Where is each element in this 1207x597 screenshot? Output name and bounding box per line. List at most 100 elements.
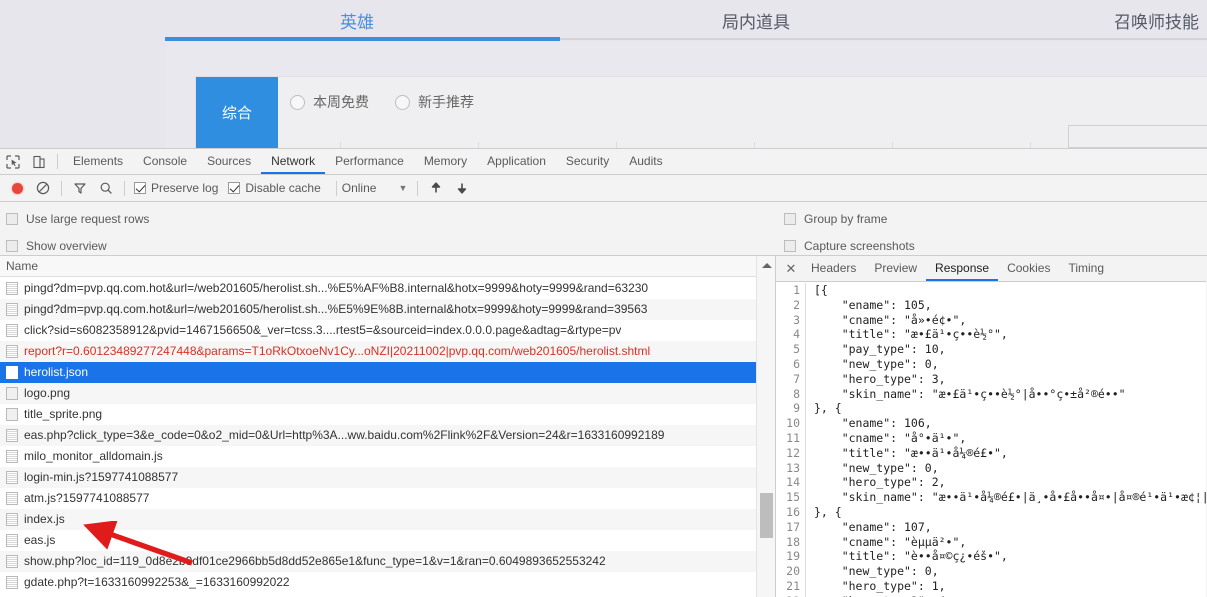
code-text: "pay_type": 10, bbox=[814, 342, 946, 357]
preserve-log-checkbox[interactable]: Preserve log bbox=[134, 181, 218, 195]
nav-underline-track bbox=[560, 38, 1207, 40]
request-row[interactable]: pingd?dm=pvp.qq.com.hot&url=/web201605/h… bbox=[0, 278, 757, 299]
resp-tab-response[interactable]: Response bbox=[926, 256, 999, 281]
toggle-device-toolbar-icon[interactable] bbox=[26, 149, 52, 174]
request-row[interactable]: eas.php?click_type=3&e_code=0&o2_mid=0&U… bbox=[0, 425, 757, 446]
request-row[interactable]: pingd?dm=pvp.qq.com.hot&url=/web201605/h… bbox=[0, 299, 757, 320]
nav-tab-heroes[interactable]: 英雄 bbox=[340, 8, 374, 33]
record-button[interactable] bbox=[4, 176, 30, 201]
request-row[interactable]: click?sid=s6082358912&pvid=1467156650&_v… bbox=[0, 320, 757, 341]
filter-tag-all[interactable]: 综合 bbox=[196, 77, 278, 148]
tab-memory[interactable]: Memory bbox=[414, 149, 477, 174]
code-line: 2 "ename": 105, bbox=[776, 297, 1206, 313]
capture-screenshots-label: Capture screenshots bbox=[804, 238, 915, 253]
throttling-select[interactable]: Online ▼ bbox=[342, 181, 408, 195]
document-file-icon bbox=[6, 471, 18, 484]
show-overview-label: Show overview bbox=[26, 238, 107, 253]
group-by-frame-label: Group by frame bbox=[804, 211, 888, 226]
request-row[interactable]: herolist.json bbox=[0, 362, 757, 383]
request-row[interactable]: gdate.php?t=1633160992253&_=163316099202… bbox=[0, 572, 757, 593]
document-file-icon bbox=[6, 534, 18, 547]
site-nav: 英雄 局内道具 召唤师技能 bbox=[0, 0, 1207, 42]
filter-radio-group: 本周免费 新手推荐 bbox=[290, 92, 474, 112]
line-number: 14 bbox=[776, 475, 806, 491]
resp-tab-cookies[interactable]: Cookies bbox=[998, 256, 1059, 281]
document-file-icon bbox=[6, 555, 18, 568]
code-line: 5 "pay_type": 10, bbox=[776, 342, 1206, 357]
throttling-value: Online bbox=[341, 181, 377, 195]
clear-button[interactable] bbox=[30, 176, 56, 201]
code-text: }, { bbox=[814, 504, 842, 519]
line-number: 19 bbox=[776, 549, 806, 565]
capture-screenshots-checkbox[interactable]: Capture screenshots bbox=[784, 235, 915, 256]
column-header-name[interactable]: Name bbox=[0, 256, 775, 277]
tab-application[interactable]: Application bbox=[477, 149, 556, 174]
filter-icon[interactable] bbox=[67, 176, 93, 201]
tab-performance[interactable]: Performance bbox=[325, 149, 414, 174]
request-row[interactable]: logo.png bbox=[0, 383, 757, 404]
radio-free-this-week[interactable]: 本周免费 bbox=[290, 92, 369, 112]
code-line: 6 "new_type": 0, bbox=[776, 356, 1206, 372]
scroll-up-arrow-icon[interactable] bbox=[762, 263, 772, 268]
code-text: "skin_name": "æ••ä¹•å¼®é£•|ä¸•å•£å••å¤•|… bbox=[814, 490, 1206, 505]
nav-tab-summoner-skills[interactable]: 召唤师技能 bbox=[1114, 8, 1199, 33]
response-body-code[interactable]: 1[{2 "ename": 105, 3 "cname": "å»•é¢•", 4 … bbox=[776, 283, 1206, 597]
record-icon bbox=[11, 182, 23, 194]
request-row[interactable]: show.php?loc_id=119_0d8e2b9df01ce2966bb5… bbox=[0, 551, 757, 572]
code-line: 19 "title": "è••å¤©ç¿•éš•", bbox=[776, 549, 1206, 565]
import-har-icon[interactable] bbox=[423, 176, 449, 201]
devtools-tabbar: Elements Console Sources Network Perform… bbox=[0, 149, 1207, 175]
image-file-icon bbox=[6, 387, 18, 400]
request-name: milo_monitor_alldomain.js bbox=[24, 449, 163, 463]
request-name: herolist.json bbox=[24, 365, 89, 379]
scrollbar-thumb[interactable] bbox=[760, 493, 773, 538]
request-name: atm.js?1597741088577 bbox=[24, 491, 150, 505]
tab-audits[interactable]: Audits bbox=[619, 149, 672, 174]
code-line: 3 "cname": "å»•é¢•", bbox=[776, 312, 1206, 328]
radio-label: 新手推荐 bbox=[418, 94, 474, 110]
request-row[interactable]: title_sprite.png bbox=[0, 404, 757, 425]
toolbar-divider bbox=[57, 154, 58, 169]
group-by-frame-checkbox[interactable]: Group by frame bbox=[784, 208, 915, 229]
export-har-icon[interactable] bbox=[449, 176, 475, 201]
resp-tab-preview[interactable]: Preview bbox=[865, 256, 926, 281]
use-large-request-rows-checkbox[interactable]: Use large request rows bbox=[6, 208, 149, 229]
tab-console[interactable]: Console bbox=[133, 149, 197, 174]
resp-tab-timing[interactable]: Timing bbox=[1059, 256, 1113, 281]
inspect-element-icon[interactable] bbox=[0, 149, 26, 174]
line-number: 12 bbox=[776, 445, 806, 461]
line-number: 16 bbox=[776, 504, 806, 520]
request-name: eas.php?click_type=3&e_code=0&o2_mid=0&U… bbox=[24, 428, 665, 442]
code-line: 18 "cname": "èµµä²•", bbox=[776, 534, 1206, 550]
nav-tab-items[interactable]: 局内道具 bbox=[722, 8, 790, 33]
request-list-pane: Name pingd?dm=pvp.qq.com.hot&url=/web201… bbox=[0, 256, 776, 597]
checkbox-icon bbox=[228, 182, 241, 194]
tab-elements[interactable]: Elements bbox=[63, 149, 133, 174]
radio-circle-icon bbox=[395, 94, 410, 110]
request-row[interactable]: report?r=0.60123489277247448&params=T1oR… bbox=[0, 341, 757, 362]
tab-sources[interactable]: Sources bbox=[197, 149, 261, 174]
code-text: "ename": 105, bbox=[814, 297, 932, 312]
request-rows-container: pingd?dm=pvp.qq.com.hot&url=/web201605/h… bbox=[0, 278, 757, 593]
request-row[interactable]: index.js bbox=[0, 509, 757, 530]
tab-security[interactable]: Security bbox=[556, 149, 619, 174]
line-number: 11 bbox=[776, 430, 806, 446]
tab-network[interactable]: Network bbox=[261, 149, 326, 174]
request-row[interactable]: eas.js bbox=[0, 530, 757, 551]
document-file-icon bbox=[6, 282, 18, 295]
radio-beginner-recommended[interactable]: 新手推荐 bbox=[395, 92, 474, 112]
request-row[interactable]: login-min.js?1597741088577 bbox=[0, 467, 757, 488]
request-list-scrollbar[interactable] bbox=[756, 256, 775, 597]
resp-tab-headers[interactable]: Headers bbox=[802, 256, 865, 281]
line-number: 9 bbox=[776, 401, 806, 417]
document-file-icon bbox=[6, 429, 18, 442]
disable-cache-checkbox[interactable]: Disable cache bbox=[228, 181, 321, 195]
request-row[interactable]: atm.js?1597741088577 bbox=[0, 488, 757, 509]
close-icon[interactable]: ✕ bbox=[780, 261, 802, 277]
search-icon[interactable] bbox=[93, 176, 119, 201]
request-row[interactable]: milo_monitor_alldomain.js bbox=[0, 446, 757, 467]
hero-search-input[interactable] bbox=[1068, 125, 1207, 148]
toolbar-divider bbox=[124, 180, 125, 196]
show-overview-checkbox[interactable]: Show overview bbox=[6, 235, 149, 256]
document-file-icon bbox=[6, 513, 18, 526]
